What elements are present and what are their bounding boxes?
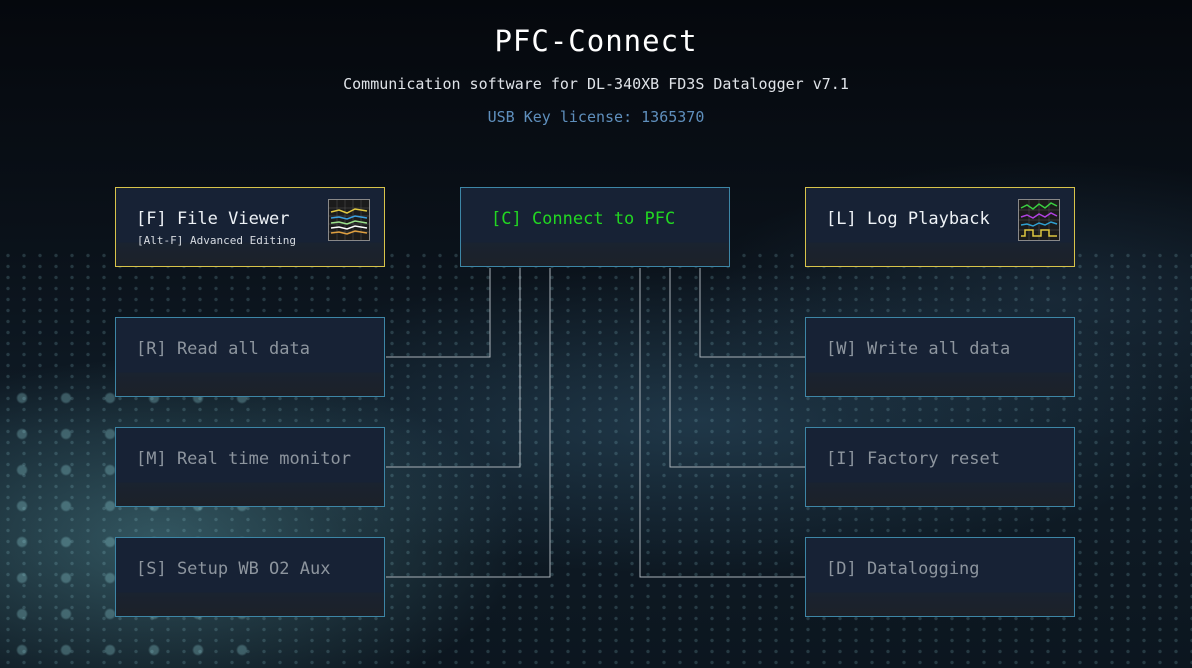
read-all-data-button[interactable]: [R] Read all data [115,317,385,397]
datalogging-label: [D] Datalogging [826,559,980,579]
connect-to-pfc-button[interactable]: [C] Connect to PFC [460,187,730,267]
real-time-monitor-button[interactable]: [M] Real time monitor [115,427,385,507]
advanced-editing-label: [Alt-F] Advanced Editing [137,234,296,247]
factory-reset-button[interactable]: [I] Factory reset [805,427,1075,507]
read-all-data-label: [R] Read all data [136,339,310,359]
file-viewer-button[interactable]: [F] File Viewer [Alt-F] Advanced Editing [115,187,385,267]
waveform-thumbnail-icon [1018,199,1060,241]
log-playback-label: [L] Log Playback [826,209,990,229]
file-viewer-label: [F] File Viewer [136,209,290,229]
datalogging-button[interactable]: [D] Datalogging [805,537,1075,617]
write-all-data-label: [W] Write all data [826,339,1011,359]
write-all-data-button[interactable]: [W] Write all data [805,317,1075,397]
factory-reset-label: [I] Factory reset [826,449,1000,469]
setup-wb-o2-aux-button[interactable]: [S] Setup WB O2 Aux [115,537,385,617]
real-time-monitor-label: [M] Real time monitor [136,449,351,469]
connect-to-pfc-label: [C] Connect to PFC [491,209,676,229]
log-playback-button[interactable]: [L] Log Playback [805,187,1075,267]
setup-wb-o2-aux-label: [S] Setup WB O2 Aux [136,559,331,579]
chart-thumbnail-icon [328,199,370,241]
